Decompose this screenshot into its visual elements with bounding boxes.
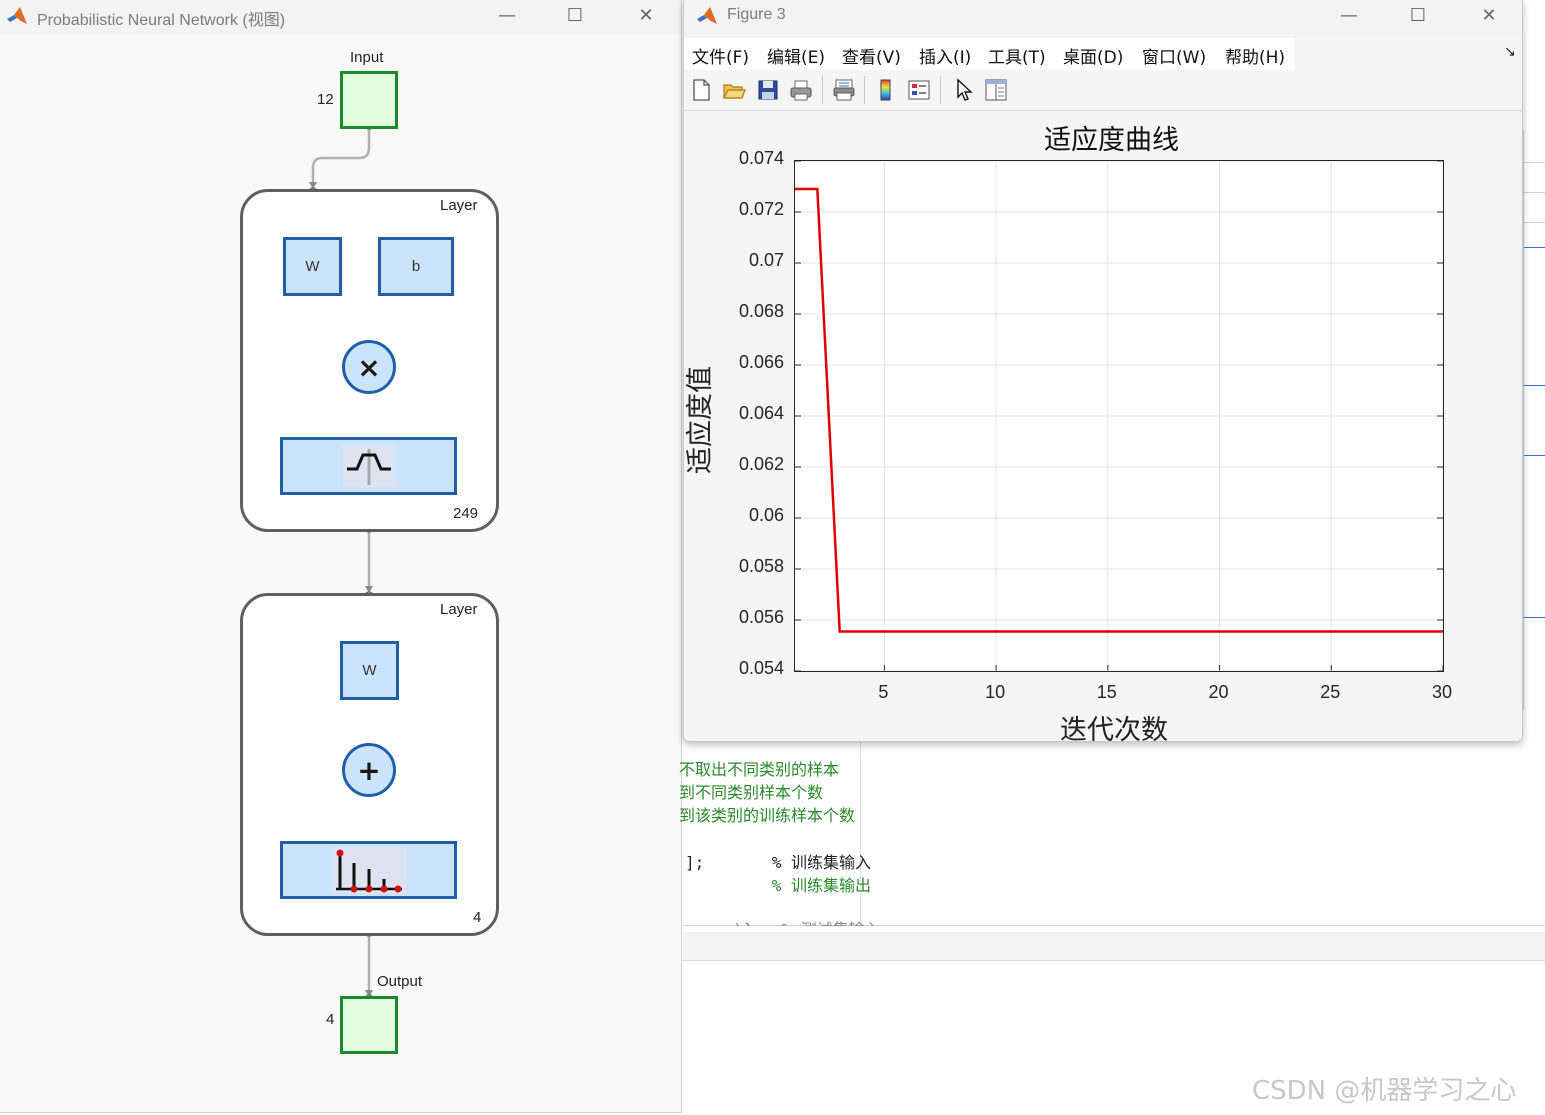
csdn-watermark: CSDN @机器学习之心: [1252, 1076, 1517, 1106]
x-tick-label: 15: [1096, 682, 1117, 702]
minimize-button[interactable]: —: [1336, 4, 1362, 28]
layer2-weight-block[interactable]: W: [340, 641, 399, 700]
save-icon[interactable]: [756, 78, 780, 102]
layer2-label: Layer: [440, 601, 478, 618]
layer1-weight-block[interactable]: W: [283, 237, 342, 296]
y-tick-label: 0.062: [738, 454, 784, 474]
y-tick-label: 0.058: [738, 556, 784, 576]
input-block[interactable]: [340, 71, 398, 129]
code-line: 到该类别的训练样本个数: [679, 806, 856, 825]
plot-svg: [795, 161, 1443, 671]
menu-edit[interactable]: 编辑(E): [767, 43, 825, 68]
maximize-button[interactable]: ☐: [1405, 4, 1431, 28]
editor-divider: [860, 740, 861, 925]
multiply-operator-icon: ×: [342, 340, 396, 394]
input-size: 12: [317, 91, 334, 108]
output-block[interactable]: [340, 996, 398, 1054]
layer1-bias-block[interactable]: b: [378, 237, 454, 296]
figure-titlebar[interactable]: Figure 3 — ☐ ✕: [684, 0, 1522, 34]
output-size: 4: [326, 1011, 335, 1028]
plot-area[interactable]: [794, 160, 1444, 672]
y-axis-label-text: 适应度值: [685, 366, 716, 474]
background-panel-edge: [1523, 130, 1545, 710]
pointer-icon[interactable]: [952, 78, 976, 102]
y-tick-label: 0.056: [738, 607, 784, 627]
radbas-icon: [342, 445, 395, 487]
y-tick-label: 0.07: [748, 250, 784, 270]
code-line: 不取出不同类别的样本: [679, 760, 840, 779]
figure-window: Figure 3 — ☐ ✕ 文件(F) 编辑(E) 查看(V) 插入(I) 工…: [683, 0, 1523, 746]
figure-window-title: Figure 3: [727, 6, 786, 23]
layer1-label: Layer: [440, 197, 478, 214]
legend-icon[interactable]: [907, 78, 931, 102]
menu-tools[interactable]: 工具(T): [988, 43, 1046, 68]
print-preview-icon[interactable]: [832, 78, 856, 102]
y-tick-label: 0.068: [738, 301, 784, 321]
colorbar-icon[interactable]: [874, 78, 898, 102]
figure-toolbar: [684, 72, 1522, 111]
x-tick-label: 5: [878, 682, 889, 702]
menu-view[interactable]: 查看(V): [842, 43, 901, 68]
open-icon[interactable]: [722, 78, 746, 102]
menu-bar: 文件(F) 编辑(E) 查看(V) 插入(I) 工具(T) 桌面(D) 窗口(W…: [684, 38, 1294, 70]
y-tick-label: 0.054: [738, 658, 784, 678]
dock-arrow-icon[interactable]: ↘: [1504, 44, 1516, 60]
code-line: 到不同类别样本个数: [679, 783, 824, 802]
sum-operator-icon: +: [342, 743, 396, 797]
x-tick-label: 10: [985, 682, 1006, 702]
compet-icon: [331, 847, 406, 893]
radbas-transfer-block[interactable]: [280, 437, 457, 495]
menu-insert[interactable]: 插入(I): [919, 43, 971, 68]
print-icon[interactable]: [789, 78, 813, 102]
menu-file[interactable]: 文件(F): [692, 43, 749, 68]
pnn-connectors: [308, 120, 418, 1004]
editor-background: 不取出不同类别的样本 到不同类别样本个数 到该类别的训练样本个数 ]; % 训练…: [679, 740, 1545, 1115]
code-line: ]; % 训练集输入: [685, 853, 871, 872]
property-editor-icon[interactable]: [984, 78, 1008, 102]
input-label: Input: [350, 49, 384, 66]
y-tick-label: 0.06: [748, 505, 784, 525]
x-tick-label: 30: [1431, 682, 1453, 702]
chart-title: 适应度曲线: [1044, 125, 1179, 156]
y-tick-label: 0.066: [738, 352, 784, 372]
layer1-size: 249: [453, 505, 479, 522]
command-window-header: [683, 932, 1545, 961]
code-line: % 训练集输出: [685, 876, 871, 895]
x-tick-label: 25: [1320, 682, 1341, 702]
menu-desktop[interactable]: 桌面(D): [1063, 43, 1123, 68]
code-line: ..:)] % 测试集输入: [685, 916, 880, 926]
layer2-size: 4: [473, 909, 482, 926]
x-tick-label: 20: [1208, 682, 1229, 702]
menu-window[interactable]: 窗口(W): [1142, 43, 1206, 68]
pnn-view-window: Probabilistic Neural Network (视图) — ☐ ✕: [0, 0, 682, 1113]
matlab-icon: [697, 7, 717, 24]
y-tick-label: 0.064: [738, 403, 784, 423]
x-axis-label: 迭代次数: [1060, 715, 1168, 746]
close-button[interactable]: ✕: [1476, 4, 1502, 28]
y-tick-label: 0.074: [738, 148, 784, 168]
output-label: Output: [377, 973, 423, 990]
y-tick-label: 0.072: [738, 199, 784, 219]
compet-transfer-block[interactable]: [280, 841, 457, 899]
fitness-curve-line: [795, 187, 1443, 633]
menu-help[interactable]: 帮助(H): [1225, 43, 1285, 68]
new-figure-icon[interactable]: [689, 78, 713, 102]
